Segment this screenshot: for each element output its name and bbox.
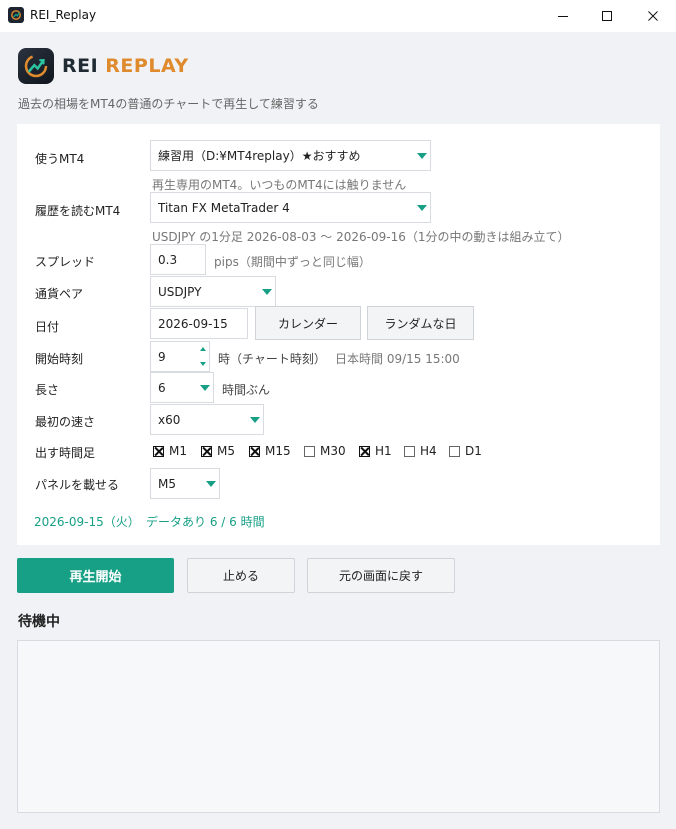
panel-tf-select[interactable]: M5 (150, 468, 220, 499)
minimize-icon (558, 16, 568, 17)
brand-name: REI REPLAY (62, 55, 189, 77)
checkbox-icon[interactable] (404, 445, 415, 457)
tagline: 過去の相場をMT4の普通のチャートで再生して練習する (18, 97, 319, 111)
spread-value: 0.3 (158, 252, 178, 267)
use-mt4-value: 練習用（D:¥MT4replay）★おすすめ (158, 149, 361, 163)
use-mt4-select[interactable]: 練習用（D:¥MT4replay）★おすすめ (150, 140, 431, 171)
history-mt4-hint: USDJPY の1分足 2026-08-03 〜 2026-09-16（1分の中… (152, 230, 570, 244)
pair-label: 通貨ペア (35, 287, 84, 301)
jst-note: 日本時間 09/15 15:00 (335, 352, 460, 366)
timeframe-d1[interactable]: D1 (449, 444, 482, 458)
chevron-down-icon (414, 141, 430, 170)
spin-up-icon[interactable] (197, 342, 209, 357)
start-time-label: 開始時刻 (35, 352, 84, 366)
stop-button[interactable]: 止める (187, 558, 295, 593)
spread-input[interactable]: 0.3 (150, 244, 206, 275)
timeframe-h4[interactable]: H4 (404, 444, 437, 458)
close-icon (648, 11, 658, 21)
length-value: 6 (158, 380, 166, 395)
length-unit: 時間ぶん (222, 383, 271, 397)
use-mt4-label: 使うMT4 (35, 152, 85, 166)
spread-unit: pips（期間中ずっと同じ幅） (214, 255, 371, 269)
use-mt4-hint: 再生専用のMT4。いつものMT4には触りません (152, 178, 407, 192)
brand-replay: REPLAY (105, 55, 189, 77)
maximize-button[interactable] (584, 0, 630, 32)
history-mt4-select[interactable]: Titan FX MetaTrader 4 (150, 192, 431, 223)
start-replay-button[interactable]: 再生開始 (17, 558, 174, 593)
timeframe-m5[interactable]: M5 (201, 444, 235, 458)
checkbox-icon[interactable] (153, 445, 164, 457)
log-area[interactable] (17, 640, 660, 813)
calendar-button[interactable]: カレンダー (255, 306, 361, 340)
timeframe-h1[interactable]: H1 (359, 444, 392, 458)
brand-rei: REI (62, 55, 106, 77)
status-title: 待機中 (18, 614, 60, 630)
length-label: 長さ (35, 383, 60, 397)
random-day-button[interactable]: ランダムな日 (367, 306, 474, 340)
start-time-stepper[interactable]: 9 (150, 341, 210, 372)
chevron-down-icon (247, 405, 263, 434)
checkbox-icon[interactable] (249, 445, 260, 457)
speed-select[interactable]: x60 (150, 404, 264, 435)
speed-label: 最初の速さ (35, 415, 96, 429)
chevron-down-icon (414, 193, 430, 222)
panel-tf-value: M5 (158, 476, 176, 491)
chevron-down-icon (259, 277, 275, 306)
timeframe-m30[interactable]: M30 (304, 444, 346, 458)
history-mt4-value: Titan FX MetaTrader 4 (158, 200, 290, 215)
status-date: 2026-09-15（火） (34, 515, 140, 529)
history-mt4-label: 履歴を読むMT4 (35, 204, 121, 218)
settings-panel: 使うMT4 練習用（D:¥MT4replay）★おすすめ 再生専用のMT4。いつ… (17, 124, 660, 545)
app-icon (8, 7, 24, 23)
date-label: 日付 (35, 320, 60, 334)
pair-value: USDJPY (158, 284, 202, 299)
minimize-button[interactable] (540, 0, 586, 32)
window-title: REI_Replay (30, 8, 97, 22)
checkbox-icon[interactable] (304, 445, 315, 457)
pair-select[interactable]: USDJPY (150, 276, 276, 307)
status-data-availability: データあり 6 / 6 時間 (146, 515, 265, 529)
start-time-unit: 時（チャート時刻） (218, 352, 326, 366)
date-value: 2026-09-15 (158, 316, 228, 331)
checkbox-icon[interactable] (201, 445, 212, 457)
spinner-arrows[interactable] (197, 342, 209, 371)
length-select[interactable]: 6 (150, 372, 214, 403)
restore-screen-button[interactable]: 元の画面に戻す (307, 558, 455, 593)
date-input[interactable]: 2026-09-15 (150, 308, 248, 339)
timeframe-m15[interactable]: M15 (249, 444, 291, 458)
close-button[interactable] (630, 0, 676, 32)
speed-value: x60 (158, 412, 181, 427)
chevron-down-icon (197, 373, 213, 402)
panel-tf-label: パネルを載せる (35, 478, 120, 492)
timeframes-label: 出す時間足 (35, 446, 96, 460)
title-bar: REI_Replay (0, 0, 676, 32)
spin-down-icon[interactable] (197, 357, 209, 372)
checkbox-icon[interactable] (449, 445, 460, 457)
app-logo (18, 48, 54, 84)
chevron-down-icon (203, 469, 219, 498)
maximize-icon (602, 11, 612, 21)
start-time-value: 9 (158, 349, 166, 364)
checkbox-icon[interactable] (359, 445, 370, 457)
timeframe-m1[interactable]: M1 (153, 444, 187, 458)
spread-label: スプレッド (35, 255, 96, 269)
